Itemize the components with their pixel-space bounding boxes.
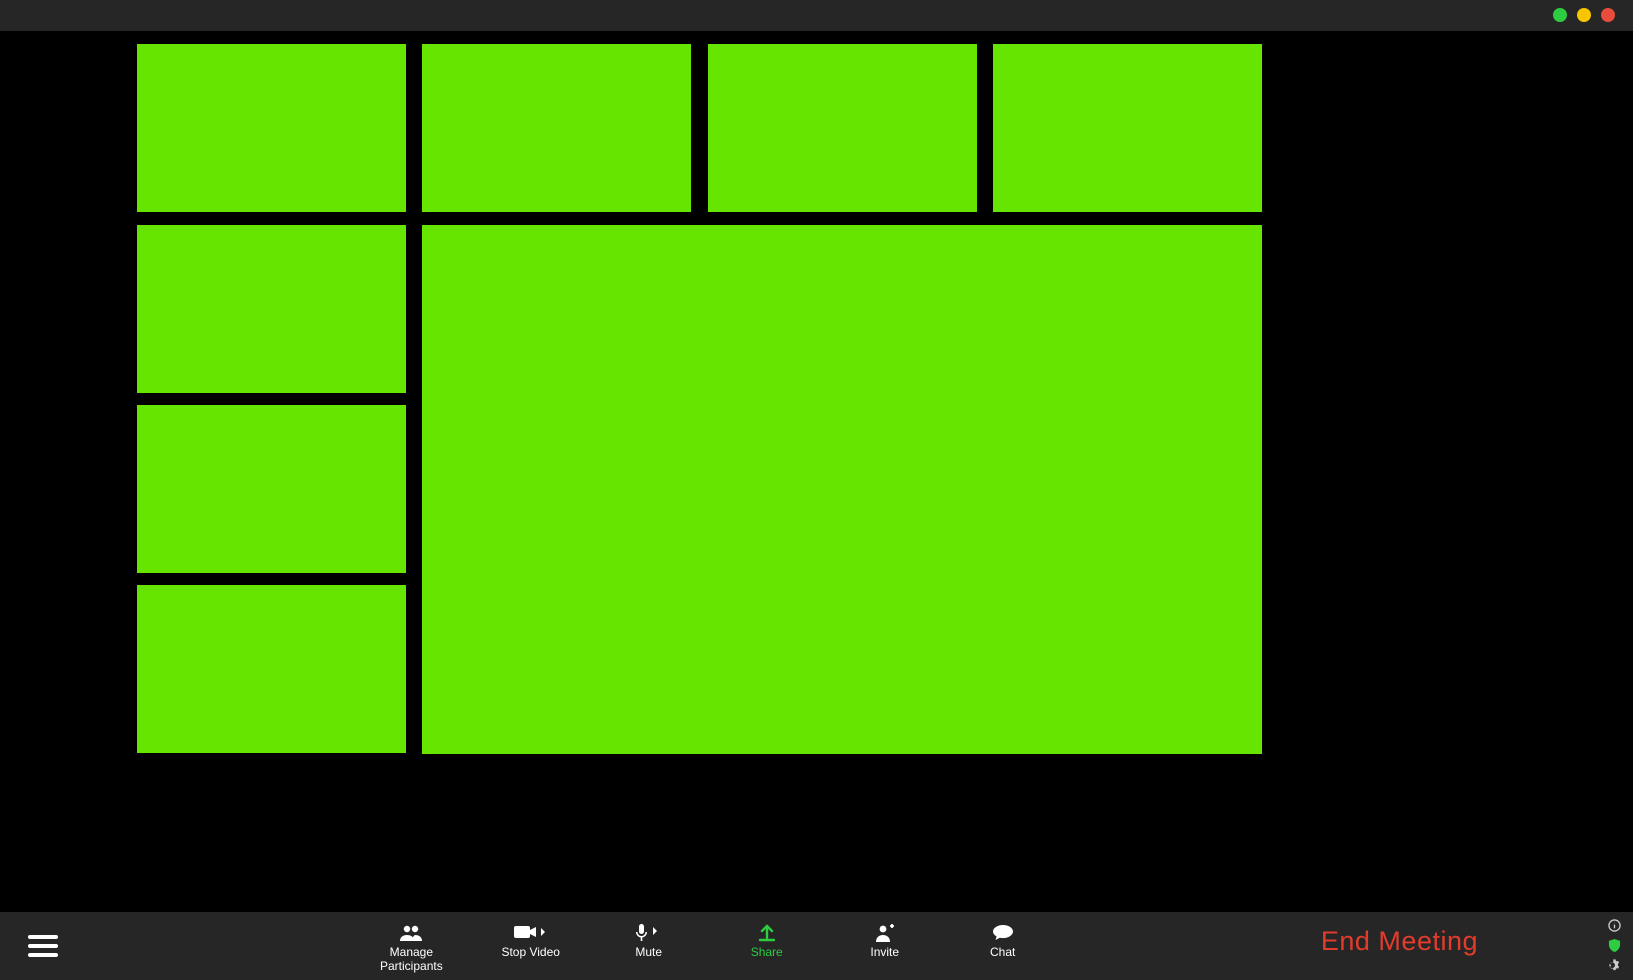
video-tile[interactable] [422, 44, 691, 212]
window-maximize[interactable] [1577, 8, 1591, 22]
stop-video-label: Stop Video [501, 946, 560, 960]
window-minimize[interactable] [1553, 8, 1567, 22]
mute-label: Mute [635, 946, 662, 960]
right-icon-column [1607, 918, 1621, 972]
chat-label: Chat [990, 946, 1015, 960]
manage-participants-label: Manage Participants [380, 946, 443, 974]
info-icon[interactable] [1607, 918, 1621, 932]
stop-video-button[interactable]: Stop Video [501, 924, 561, 960]
share-button[interactable]: Share [737, 924, 797, 960]
share-icon [758, 924, 776, 942]
window-close[interactable] [1601, 8, 1615, 22]
video-stage [0, 31, 1633, 912]
mic-icon [636, 924, 662, 942]
video-tile[interactable] [137, 405, 406, 573]
video-tile[interactable] [993, 44, 1262, 212]
video-icon [514, 924, 548, 942]
video-tile[interactable] [422, 225, 1262, 754]
titlebar [0, 0, 1633, 31]
end-meeting-button[interactable]: End Meeting [1321, 926, 1478, 957]
share-label: Share [751, 946, 783, 960]
gear-icon[interactable] [1607, 958, 1621, 972]
video-tile[interactable] [708, 44, 977, 212]
manage-participants-button[interactable]: Manage Participants [380, 924, 443, 974]
bottom-bar: Manage Participants Stop Video Mute Shar… [0, 912, 1633, 980]
chat-button[interactable]: Chat [973, 924, 1033, 960]
window-controls [1553, 8, 1615, 22]
participants-icon [399, 924, 423, 942]
video-tile[interactable] [137, 44, 406, 212]
video-tile[interactable] [137, 225, 406, 393]
invite-icon [875, 924, 895, 942]
menu-button[interactable] [28, 930, 58, 962]
video-tile[interactable] [137, 585, 406, 753]
mute-button[interactable]: Mute [619, 924, 679, 960]
invite-label: Invite [870, 946, 899, 960]
shield-icon[interactable] [1607, 938, 1621, 952]
chat-icon [993, 924, 1013, 942]
invite-button[interactable]: Invite [855, 924, 915, 960]
center-controls: Manage Participants Stop Video Mute Shar… [380, 912, 1033, 980]
